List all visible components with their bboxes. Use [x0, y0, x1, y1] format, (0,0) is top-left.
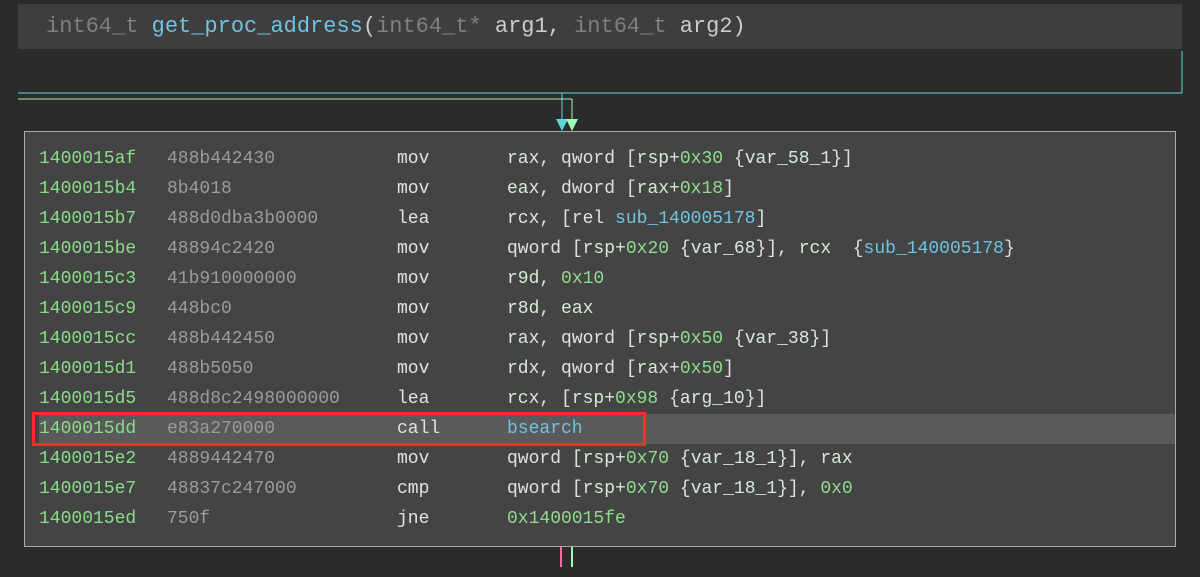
addr[interactable]: 1400015af [39, 144, 167, 174]
mnemonic: lea [397, 384, 507, 414]
addr[interactable]: 1400015e7 [39, 474, 167, 504]
addr[interactable]: 1400015dd [39, 414, 167, 444]
disassembly-panel[interactable]: 1400015af488b442430movrax, qword [rsp+0x… [24, 131, 1176, 547]
mnemonic: mov [397, 444, 507, 474]
disasm-row[interactable]: 1400015b7488d0dba3b0000learcx, [rel sub_… [39, 204, 1175, 234]
operands[interactable]: rax, qword [rsp+0x50 {var_38}] [507, 324, 1175, 354]
mnemonic: mov [397, 144, 507, 174]
mnemonic: mov [397, 174, 507, 204]
disasm-row[interactable]: 1400015c9448bc0movr8d, eax [39, 294, 1175, 324]
operands[interactable]: rdx, qword [rax+0x50] [507, 354, 1175, 384]
xref-link[interactable]: sub_140005178 [615, 209, 755, 229]
sig-p1-type: int64_t [574, 14, 666, 39]
sig-p0-name: arg1 [495, 14, 548, 39]
operands[interactable]: rcx, [rel sub_140005178] [507, 204, 1175, 234]
flow-bottom-svg [0, 547, 1200, 569]
operands[interactable]: eax, dword [rax+0x18] [507, 174, 1175, 204]
addr[interactable]: 1400015d5 [39, 384, 167, 414]
bytes: 41b910000000 [167, 264, 397, 294]
function-signature[interactable]: int64_t get_proc_address(int64_t* arg1, … [18, 4, 1182, 49]
disasm-row[interactable]: 1400015d1488b5050movrdx, qword [rax+0x50… [39, 354, 1175, 384]
addr[interactable]: 1400015ed [39, 504, 167, 534]
disasm-row[interactable]: 1400015ed750fjne0x1400015fe [39, 504, 1175, 534]
mnemonic: call [397, 414, 507, 444]
addr[interactable]: 1400015b7 [39, 204, 167, 234]
bytes: 48894c2420 [167, 234, 397, 264]
bytes: e83a270000 [167, 414, 397, 444]
flow-top-svg [0, 49, 1200, 131]
bytes: 488b5050 [167, 354, 397, 384]
bytes: 448bc0 [167, 294, 397, 324]
operands[interactable]: rcx, [rsp+0x98 {arg_10}] [507, 384, 1175, 414]
operands[interactable]: qword [rsp+0x20 {var_68}], rcx {sub_1400… [507, 234, 1175, 264]
bytes: 488b442450 [167, 324, 397, 354]
operands[interactable]: r8d, eax [507, 294, 1175, 324]
disasm-row[interactable]: 1400015b48b4018moveax, dword [rax+0x18] [39, 174, 1175, 204]
addr[interactable]: 1400015d1 [39, 354, 167, 384]
bytes: 488b442430 [167, 144, 397, 174]
bytes: 750f [167, 504, 397, 534]
mnemonic: mov [397, 294, 507, 324]
addr[interactable]: 1400015e2 [39, 444, 167, 474]
disasm-row[interactable]: 1400015be48894c2420movqword [rsp+0x20 {v… [39, 234, 1175, 264]
addr[interactable]: 1400015cc [39, 324, 167, 354]
addr[interactable]: 1400015b4 [39, 174, 167, 204]
disasm-row[interactable]: 1400015c341b910000000movr9d, 0x10 [39, 264, 1175, 294]
mnemonic: mov [397, 264, 507, 294]
operands[interactable]: 0x1400015fe [507, 504, 1175, 534]
mnemonic: mov [397, 324, 507, 354]
disasm-row[interactable]: 1400015e748837c247000cmpqword [rsp+0x70 … [39, 474, 1175, 504]
bytes: 8b4018 [167, 174, 397, 204]
bytes: 48837c247000 [167, 474, 397, 504]
addr[interactable]: 1400015c9 [39, 294, 167, 324]
xref-link[interactable]: sub_140005178 [864, 239, 1004, 259]
operands[interactable]: rax, qword [rsp+0x30 {var_58_1}] [507, 144, 1175, 174]
sig-return-type: int64_t [46, 14, 138, 39]
operands[interactable]: qword [rsp+0x70 {var_18_1}], 0x0 [507, 474, 1175, 504]
operands[interactable]: bsearch [507, 414, 1175, 444]
operands[interactable]: qword [rsp+0x70 {var_18_1}], rax [507, 444, 1175, 474]
disasm-row[interactable]: 1400015cc488b442450movrax, qword [rsp+0x… [39, 324, 1175, 354]
disasm-row[interactable]: 1400015af488b442430movrax, qword [rsp+0x… [39, 144, 1175, 174]
mnemonic: cmp [397, 474, 507, 504]
disasm-row[interactable]: 1400015e24889442470movqword [rsp+0x70 {v… [39, 444, 1175, 474]
mnemonic: lea [397, 204, 507, 234]
sig-func-name[interactable]: get_proc_address [152, 14, 363, 39]
bytes: 488d8c2498000000 [167, 384, 397, 414]
bytes: 4889442470 [167, 444, 397, 474]
xref-link[interactable]: bsearch [507, 419, 583, 439]
addr[interactable]: 1400015be [39, 234, 167, 264]
flow-bottom [0, 547, 1200, 569]
sig-p0-type: int64_t* [376, 14, 482, 39]
mnemonic: mov [397, 354, 507, 384]
bytes: 488d0dba3b0000 [167, 204, 397, 234]
mnemonic: jne [397, 504, 507, 534]
disasm-row[interactable]: 1400015dde83a270000callbsearch [39, 414, 1175, 444]
operands[interactable]: r9d, 0x10 [507, 264, 1175, 294]
addr[interactable]: 1400015c3 [39, 264, 167, 294]
sig-p1-name: arg2 [680, 14, 733, 39]
disasm-row[interactable]: 1400015d5488d8c2498000000learcx, [rsp+0x… [39, 384, 1175, 414]
mnemonic: mov [397, 234, 507, 264]
flow-top [0, 49, 1200, 131]
